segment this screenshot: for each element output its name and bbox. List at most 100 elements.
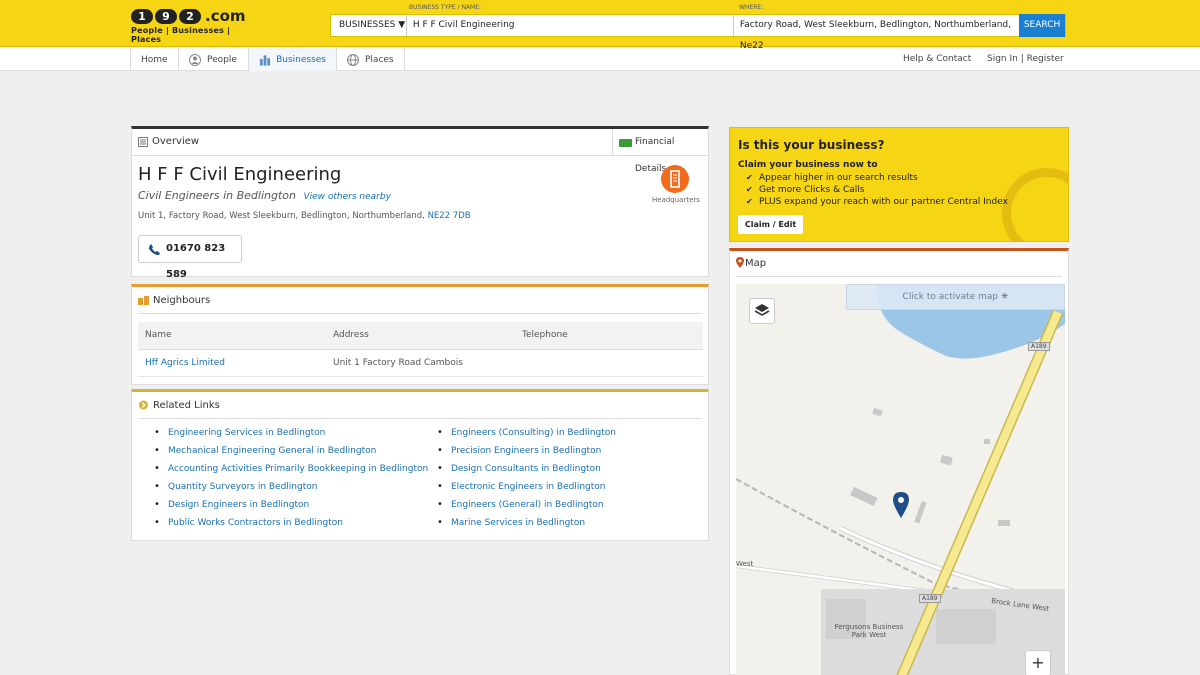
map-title: Map <box>745 258 767 269</box>
nav-businesses[interactable]: Businesses <box>248 48 336 71</box>
address-text: Unit 1, Factory Road, West Sleekburn, Be… <box>138 211 425 221</box>
related-links-column-right: Engineers (Consulting) in Bedlington Pre… <box>437 427 720 535</box>
related-link[interactable]: Quantity Surveyors in Bedlington <box>154 481 437 499</box>
search-type-select[interactable]: BUSINESSES ▼ <box>331 15 407 36</box>
neighbour-name-link[interactable]: Hff Agrics Limited <box>138 350 326 376</box>
zoom-in-button[interactable]: + <box>1025 650 1051 675</box>
claim-title: Is this your business? <box>738 138 885 152</box>
register-link[interactable]: Register <box>1027 54 1064 64</box>
nav-places[interactable]: Places <box>336 48 405 71</box>
activate-map-overlay[interactable]: Click to activate map ✳ <box>846 284 1065 310</box>
neighbour-address: Unit 1 Factory Road Cambois <box>333 358 463 368</box>
related-link[interactable]: Engineers (Consulting) in Bedlington <box>437 427 720 445</box>
neighbours-header: Neighbours <box>138 287 702 314</box>
related-link[interactable]: Marine Services in Bedlington <box>437 517 720 535</box>
overview-title: Overview <box>152 136 200 147</box>
phone-icon <box>149 244 160 256</box>
business-name: H F F Civil Engineering <box>138 164 342 185</box>
business-address: Unit 1, Factory Road, West Sleekburn, Be… <box>138 211 471 221</box>
map-panel: Map A189 A189 West Brock Lane West Fergu… <box>729 248 1069 675</box>
nav-places-label: Places <box>365 54 394 65</box>
claim-edit-button[interactable]: Claim / Edit <box>738 215 803 234</box>
claim-benefits-list: Appear higher in our search results Get … <box>746 172 1008 208</box>
view-others-nearby-link[interactable]: View others nearby <box>303 192 390 202</box>
claim-subtitle: Claim your business now to <box>738 160 878 170</box>
road-number-badge: A189 <box>919 594 941 603</box>
map-header: Map <box>736 251 1062 277</box>
related-link[interactable]: Mechanical Engineering General in Bedlin… <box>154 445 437 463</box>
column-header-name: Name <box>145 330 172 340</box>
overview-header: Overview Financial Details <box>132 129 708 174</box>
location-marker-icon[interactable] <box>893 492 909 518</box>
nav-home-label: Home <box>141 54 168 65</box>
financial-details-tab[interactable]: Financial Details <box>612 129 708 174</box>
claim-benefit: PLUS expand your reach with our partner … <box>746 196 1008 208</box>
neighbour-telephone <box>515 350 703 376</box>
phone-number: 01670 823 589 <box>166 243 226 280</box>
top-header: 1 9 2 .com People | Businesses | Places … <box>0 0 1200 51</box>
related-link[interactable]: Electronic Engineers in Bedlington <box>437 481 720 499</box>
business-type-label: BUSINESS TYPE / NAME: <box>409 4 482 11</box>
related-link[interactable]: Accounting Activities Primarily Bookkeep… <box>154 463 437 481</box>
related-links-header: Related Links <box>138 392 702 419</box>
nav-businesses-label: Businesses <box>276 54 326 65</box>
map-label-business-park: Fergusons Business Park West <box>834 623 904 639</box>
checkmark-badge-icon <box>1002 168 1068 241</box>
main-nav: Home People Businesses Places Help & Con… <box>0 48 1200 71</box>
postcode-link[interactable]: NE22 7DB <box>428 211 471 221</box>
sign-in-link[interactable]: Sign In <box>987 54 1018 64</box>
logo-digit: 2 <box>179 9 201 24</box>
phone-button[interactable]: 01670 823 589 <box>138 235 242 280</box>
globe-icon <box>347 53 359 66</box>
related-link[interactable]: Engineering Services in Bedlington <box>154 427 437 445</box>
map-canvas[interactable]: A189 A189 West Brock Lane West Fergusons… <box>736 284 1065 675</box>
site-logo[interactable]: 1 9 2 .com People | Businesses | Places <box>131 9 261 44</box>
business-category-label: Civil Engineers in Bedlington <box>138 189 296 202</box>
overview-panel: Overview Financial Details H F F Civil E… <box>131 126 709 280</box>
road-number-badge: A189 <box>1028 342 1050 351</box>
map-layers-button[interactable] <box>749 298 775 324</box>
related-link[interactable]: Public Works Contractors in Bedlington <box>154 517 437 535</box>
link-icon <box>138 400 149 410</box>
business-name-input[interactable]: H F F Civil Engineering <box>407 15 734 36</box>
table-row: Hff Agrics Limited Unit 1 Factory Road C… <box>138 350 703 377</box>
related-links-panel: Related Links Engineering Services in Be… <box>131 389 709 541</box>
table-header: Name Address Telephone <box>138 322 703 350</box>
related-link[interactable]: Precision Engineers in Bedlington <box>437 445 720 463</box>
related-links-title: Related Links <box>153 400 220 411</box>
nav-home[interactable]: Home <box>130 48 178 71</box>
nav-people[interactable]: People <box>178 48 248 71</box>
headquarters-icon <box>661 165 689 193</box>
claim-benefit: Appear higher in our search results <box>746 172 1008 184</box>
claim-business-box: Is this your business? Claim your busine… <box>729 127 1069 242</box>
map-pin-icon <box>736 257 744 268</box>
column-header-address: Address <box>333 330 369 340</box>
related-links-column-left: Engineering Services in Bedlington Mecha… <box>154 427 437 535</box>
related-link[interactable]: Design Consultants in Bedlington <box>437 463 720 481</box>
account-links: Sign In | Register <box>987 48 1064 71</box>
logo-tagline: People | Businesses | Places <box>131 26 231 44</box>
neighbours-table: Name Address Telephone Hff Agrics Limite… <box>138 322 703 377</box>
business-park-line: Fergusons Business <box>834 623 904 631</box>
activate-map-label: Click to activate map <box>902 292 999 302</box>
neighbours-panel: Neighbours Name Address Telephone Hff Ag… <box>131 284 709 385</box>
where-input[interactable]: Factory Road, West Sleekburn, Bedlington… <box>734 15 1019 51</box>
layers-icon <box>754 304 770 316</box>
search-bar: BUSINESSES ▼ H F F Civil Engineering Fac… <box>330 14 1066 51</box>
business-category: Civil Engineers in Bedlington View other… <box>138 189 391 202</box>
logo-digit: 1 <box>131 9 153 24</box>
cursor-click-icon: ✳ <box>1000 292 1009 302</box>
search-button[interactable]: SEARCH <box>1019 14 1065 37</box>
money-icon <box>619 139 632 147</box>
claim-benefit: Get more Clicks & Calls <box>746 184 1008 196</box>
neighbours-title: Neighbours <box>153 295 211 306</box>
headquarters-label: Headquarters <box>652 196 700 204</box>
person-icon <box>189 53 201 66</box>
related-links-list: Engineering Services in Bedlington Mecha… <box>154 427 720 535</box>
related-link[interactable]: Design Engineers in Bedlington <box>154 499 437 517</box>
nav-separator: | <box>1020 54 1024 64</box>
help-contact-link[interactable]: Help & Contact <box>903 48 971 71</box>
logo-digit: 9 <box>155 9 177 24</box>
related-link[interactable]: Engineers (General) in Bedlington <box>437 499 720 517</box>
map-label-west: West <box>736 560 754 568</box>
